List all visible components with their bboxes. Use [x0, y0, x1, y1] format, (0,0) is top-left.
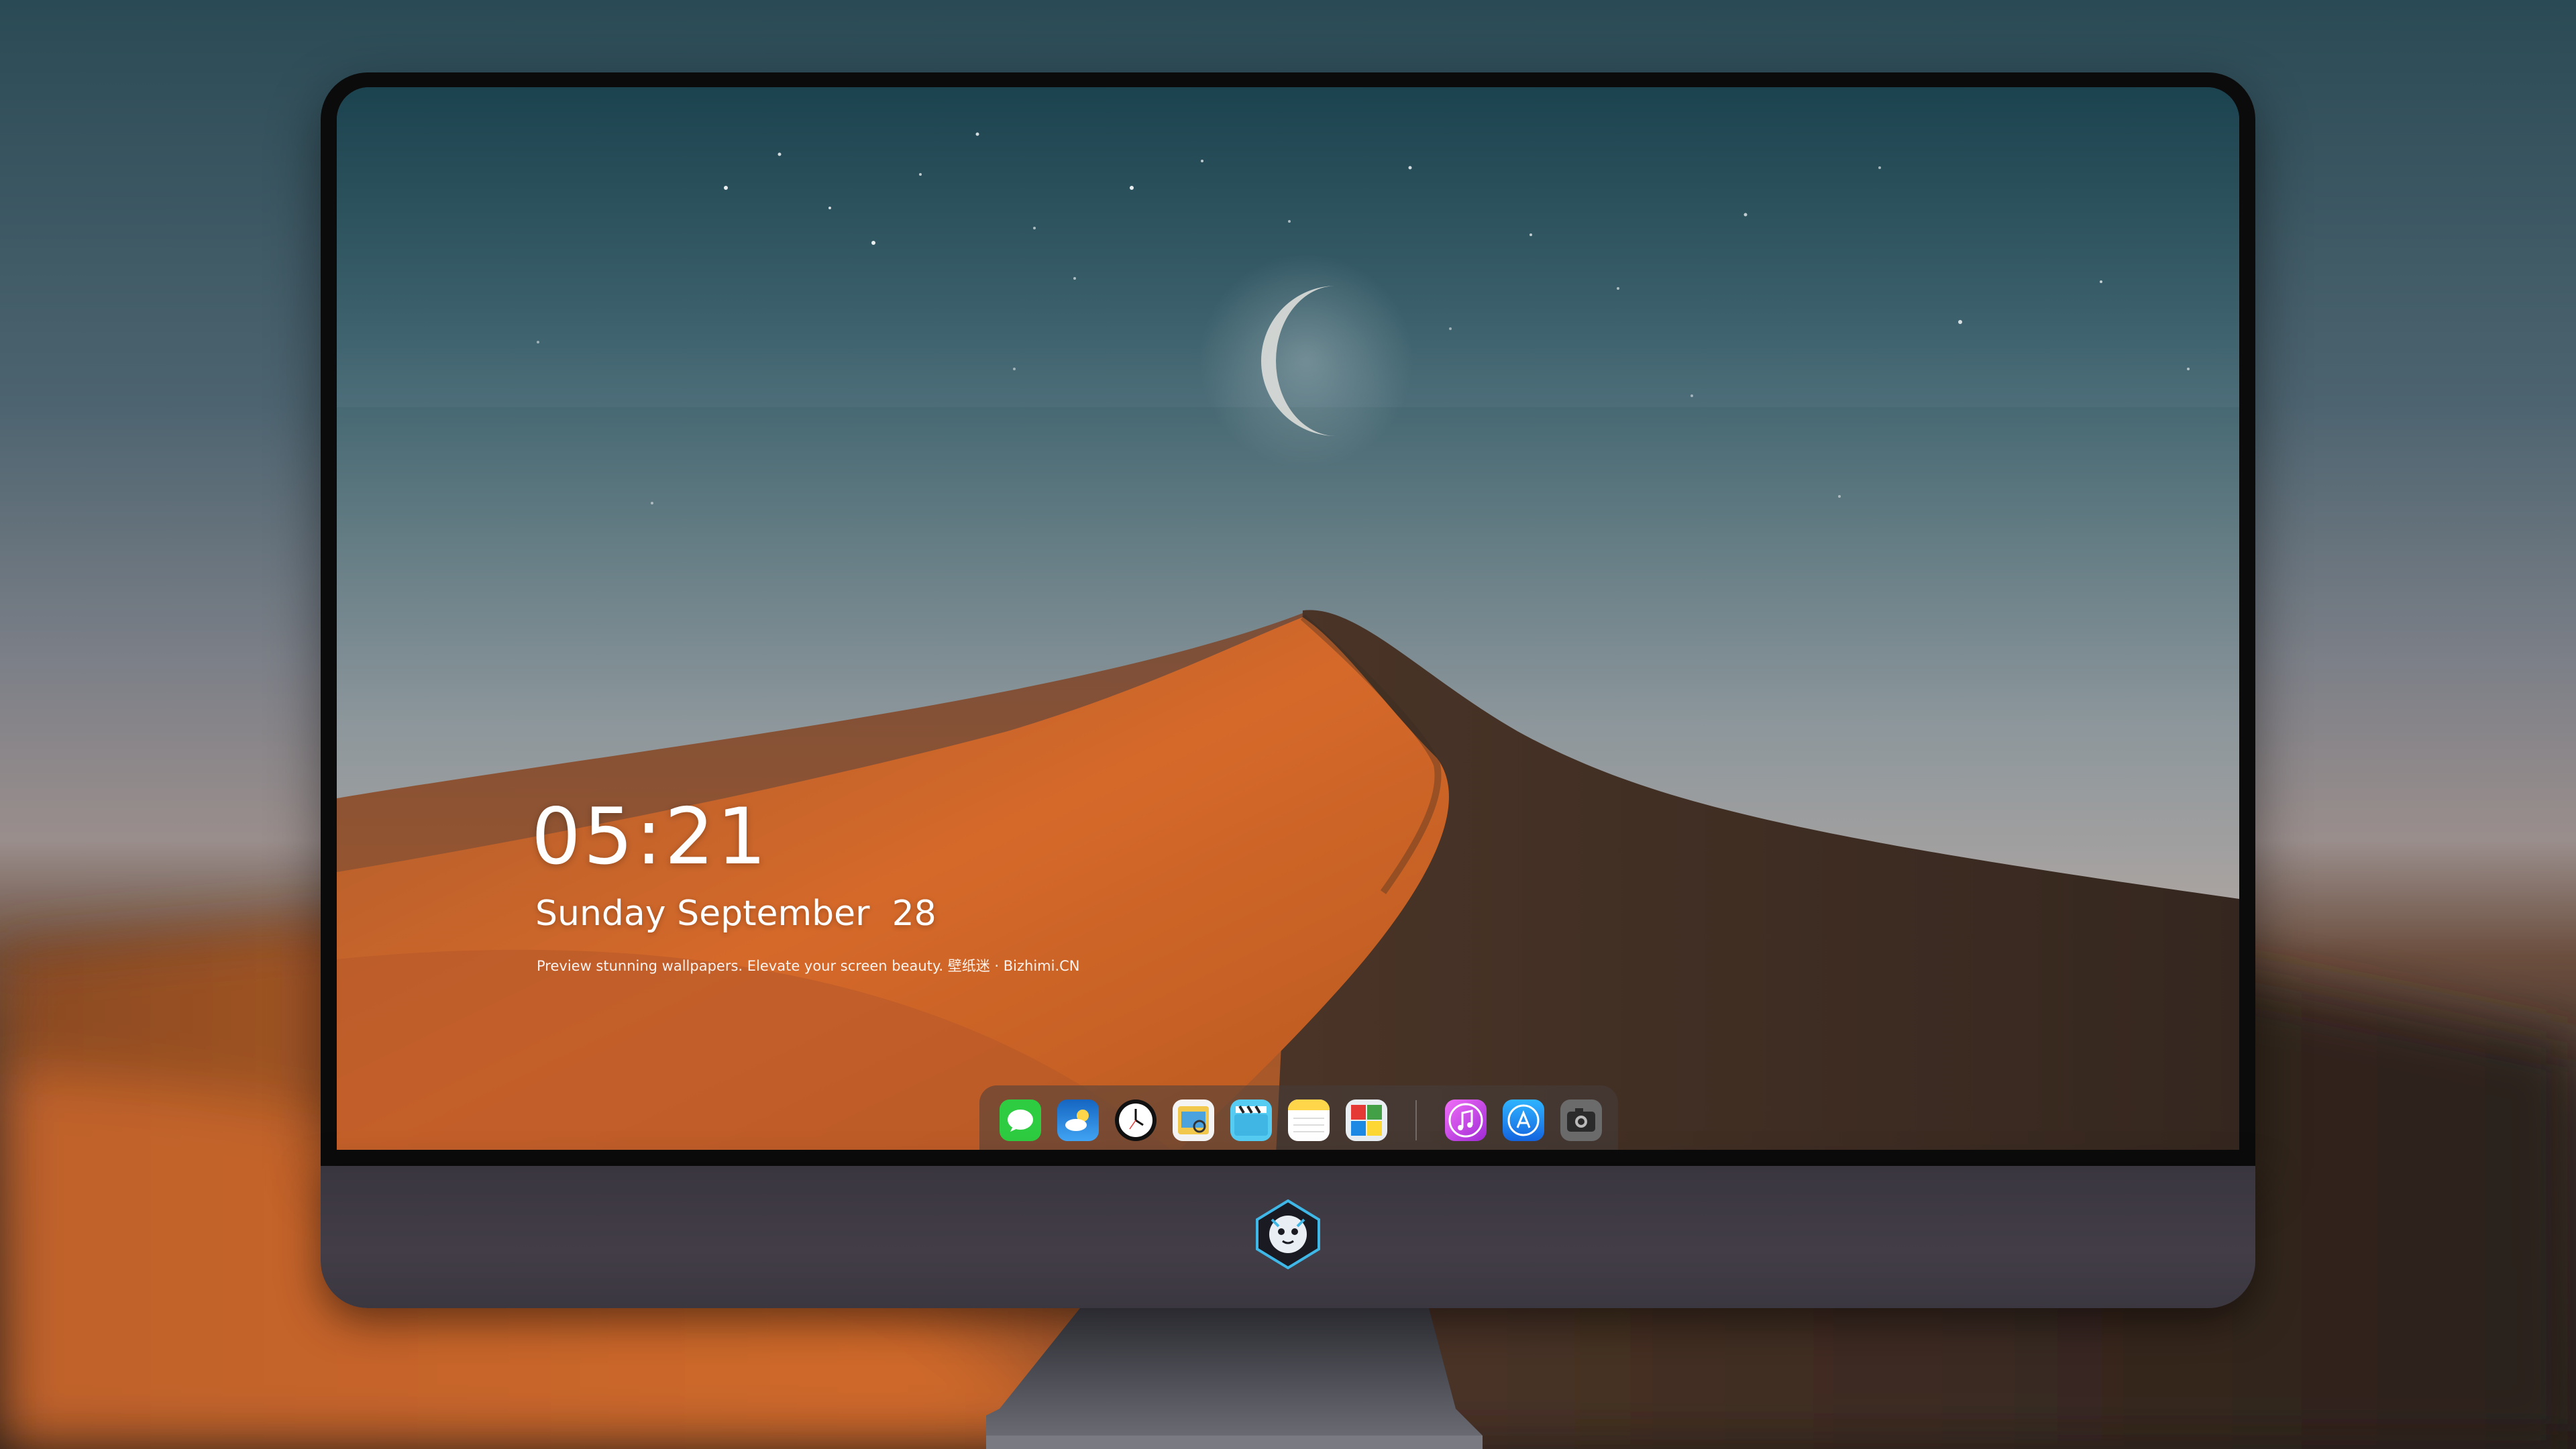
- clock-icon[interactable]: [1115, 1099, 1157, 1141]
- notes-icon[interactable]: [1288, 1099, 1330, 1141]
- lock-screen-tagline: Preview stunning wallpapers. Elevate you…: [537, 958, 1080, 974]
- lock-screen-date: Sunday September 28: [535, 894, 936, 934]
- screenshot-icon[interactable]: [1560, 1099, 1602, 1141]
- weather-icon[interactable]: [1057, 1099, 1099, 1141]
- screen: 05:21 Sunday September 28 Preview stunni…: [337, 87, 2239, 1154]
- app-store-icon[interactable]: [1503, 1099, 1544, 1141]
- mascot-logo-icon: [1256, 1199, 1320, 1269]
- dock-separator: [1415, 1100, 1417, 1140]
- messages-icon[interactable]: [1000, 1099, 1041, 1141]
- preview-icon[interactable]: [1173, 1099, 1214, 1141]
- monitor: 05:21 Sunday September 28 Preview stunni…: [321, 72, 2255, 1308]
- photo-booth-icon[interactable]: [1346, 1099, 1387, 1141]
- screen-bottom-strip: [321, 1150, 2255, 1166]
- monitor-stand: [986, 1308, 1483, 1449]
- itunes-icon[interactable]: [1445, 1099, 1487, 1141]
- desert-wallpaper: [337, 87, 2239, 1154]
- lock-screen-time: 05:21: [531, 792, 769, 882]
- dock: [979, 1085, 1618, 1154]
- clips-icon[interactable]: [1230, 1099, 1272, 1141]
